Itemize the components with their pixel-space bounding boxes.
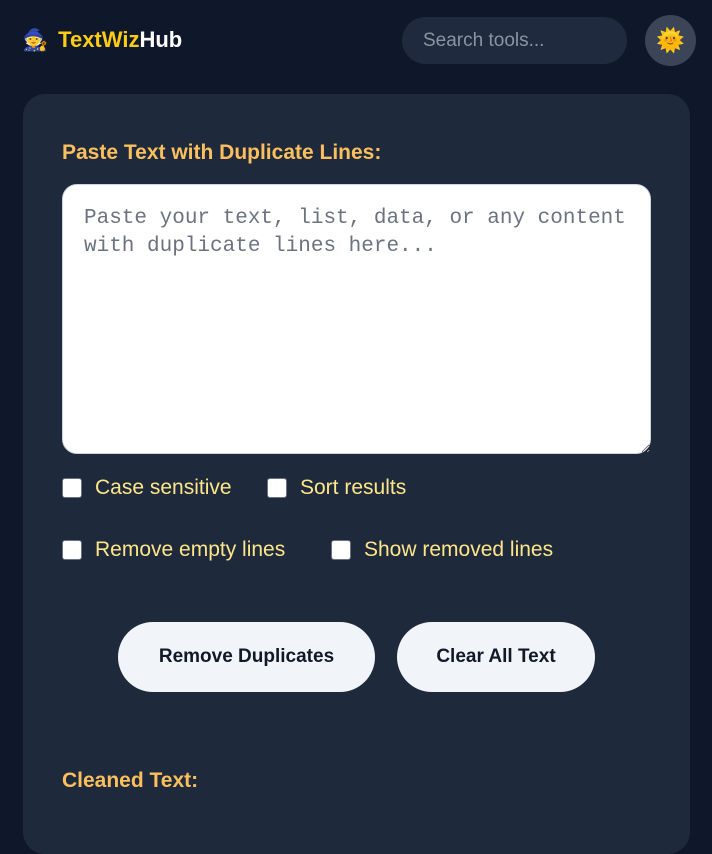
remove-empty-checkbox[interactable] — [62, 540, 82, 560]
remove-duplicates-button[interactable]: Remove Duplicates — [118, 622, 375, 692]
wizard-icon: 🧙 — [22, 28, 49, 52]
remove-empty-option[interactable]: Remove empty lines — [62, 538, 285, 562]
sort-results-label: Sort results — [300, 476, 407, 499]
sort-results-option[interactable]: Sort results — [267, 476, 406, 500]
input-textarea[interactable] — [62, 184, 651, 454]
show-removed-checkbox[interactable] — [331, 540, 351, 560]
top-header: 🧙 TextWiz Hub 🌞 — [0, 0, 712, 84]
logo-text-textwiz: TextWiz — [58, 27, 140, 52]
input-label: Paste Text with Duplicate Lines: — [62, 141, 382, 164]
sun-icon: 🌞 — [656, 27, 685, 53]
search-input[interactable] — [402, 17, 627, 64]
output-label: Cleaned Text: — [62, 769, 199, 792]
clear-all-button[interactable]: Clear All Text — [397, 622, 595, 692]
case-sensitive-option[interactable]: Case sensitive — [62, 476, 232, 500]
logo-text-hub: Hub — [139, 27, 183, 52]
theme-toggle-button[interactable]: 🌞 — [645, 15, 696, 66]
remove-empty-label: Remove empty lines — [95, 538, 286, 561]
sort-results-checkbox[interactable] — [267, 478, 287, 498]
tool-card: Paste Text with Duplicate Lines: Case se… — [23, 94, 690, 854]
show-removed-option[interactable]: Show removed lines — [331, 538, 553, 562]
site-logo[interactable]: 🧙 TextWiz Hub — [22, 27, 182, 53]
case-sensitive-label: Case sensitive — [95, 476, 232, 499]
case-sensitive-checkbox[interactable] — [62, 478, 82, 498]
show-removed-label: Show removed lines — [364, 538, 554, 561]
